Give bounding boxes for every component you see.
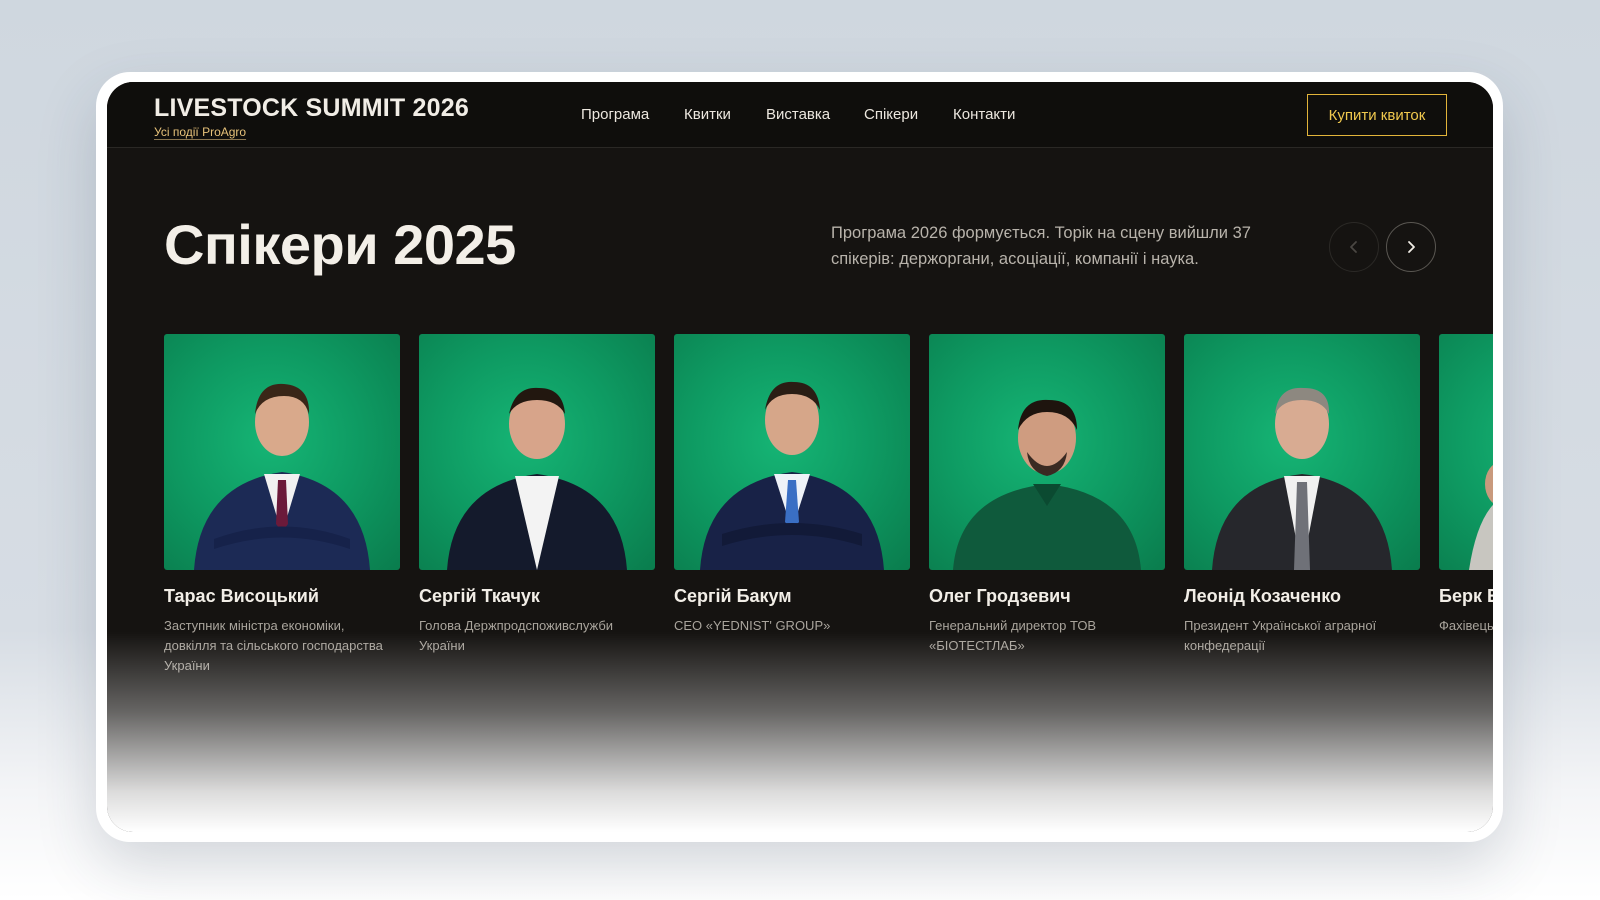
speaker-name: Берк Е [1439,586,1493,606]
speaker-photo [929,334,1165,570]
speaker-name: Сергій Бакум [674,586,792,606]
speaker-role: CEO «YEDNIST' GROUP» [674,618,831,633]
carousel-prev-button[interactable] [1329,222,1379,272]
speaker-name: Тарас Висоцький [164,586,319,606]
person-silhouette-icon [953,399,1141,570]
chevron-left-icon [1350,241,1357,253]
person-silhouette-icon [194,383,370,570]
speaker-card[interactable]: Сергій Ткачук Голова Держпродспоживслужб… [419,334,655,656]
section-title: Спікери 2025 [164,213,516,276]
nav-contacts[interactable]: Контакти [953,106,1015,123]
speaker-card[interactable]: Тарас Висоцький Заступник міністра еконо… [164,334,400,676]
speaker-card[interactable]: Берк Е Фахівець «KUTLUS [1439,334,1493,636]
speaker-name: Олег Гродзевич [929,586,1071,606]
speaker-photo [674,334,910,570]
site-header: LIVESTOCK SUMMIT 2026 Усі події ProAgro … [107,82,1493,148]
nav-speakers[interactable]: Спікери [864,106,918,123]
speaker-name: Сергій Ткачук [419,586,540,606]
speaker-role: Президент Української аграрної конфедера… [1184,618,1377,653]
all-events-link[interactable]: Усі події ProAgro [154,125,246,139]
person-silhouette-icon [1469,464,1493,570]
speaker-role: Генеральний директор ТОВ «БІОТЕСТЛАБ» [929,618,1097,653]
person-silhouette-icon [700,381,884,570]
speaker-card[interactable]: Олег Гродзевич Генеральний директор ТОВ … [929,334,1165,656]
page-window: LIVESTOCK SUMMIT 2026 Усі події ProAgro … [107,82,1493,832]
speaker-role: Заступник міністра економіки, довкілля т… [164,618,383,673]
carousel-next-button[interactable] [1386,222,1436,272]
nav-tickets[interactable]: Квитки [684,106,731,123]
speaker-card[interactable]: Сергій Бакум CEO «YEDNIST' GROUP» [674,334,910,636]
speaker-card[interactable]: Леонід Козаченко Президент Української а… [1184,334,1420,656]
section-description: Програма 2026 формується. Торік на сцену… [831,224,1251,268]
speaker-name: Леонід Козаченко [1184,586,1342,606]
person-silhouette-icon [1212,387,1392,570]
logo-title[interactable]: LIVESTOCK SUMMIT 2026 [154,94,469,123]
speaker-photo [1439,334,1493,570]
buy-ticket-button[interactable]: Купити квиток [1307,94,1447,136]
nav-program[interactable]: Програма [581,106,649,123]
nav-exhibition[interactable]: Виставка [766,106,830,123]
speaker-role: Фахівець «KUTLUS [1439,618,1493,633]
speakers-carousel: Тарас Висоцький Заступник міністра еконо… [164,334,1493,694]
person-silhouette-icon [447,387,627,570]
speaker-photo [1184,334,1420,570]
speaker-photo [164,334,400,570]
chevron-right-icon [1408,241,1415,253]
speaker-photo [419,334,655,570]
speaker-role: Голова Держпродспоживслужби України [419,618,614,653]
